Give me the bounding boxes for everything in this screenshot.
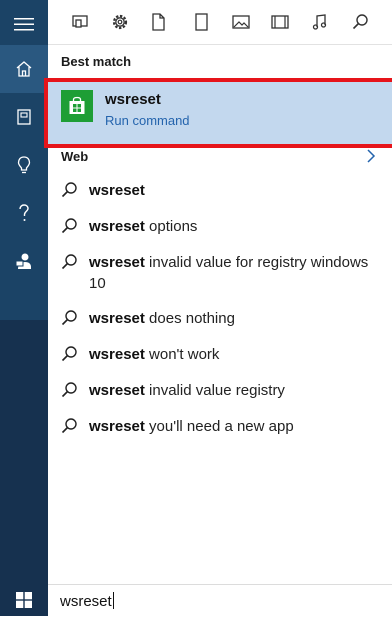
- video-icon: [271, 15, 289, 29]
- best-match-heading: Best match: [61, 54, 132, 69]
- gear-icon: [112, 14, 128, 30]
- hamburger-icon: [14, 18, 34, 31]
- suggestion-completion: won't work: [144, 346, 220, 363]
- lightbulb-icon: [17, 156, 31, 174]
- search-icon: [352, 14, 368, 30]
- suggestion-completion: does nothing: [144, 310, 235, 327]
- rail-feedback-button[interactable]: [0, 237, 48, 285]
- search-icon: [61, 346, 77, 362]
- web-suggestion-text: wsreset options: [89, 216, 379, 237]
- search-icon: [61, 418, 77, 434]
- suggestion-query-term: wsreset: [89, 218, 145, 235]
- filter-settings-button[interactable]: [108, 10, 132, 34]
- filter-videos-button[interactable]: [268, 10, 292, 34]
- music-icon: [312, 14, 327, 30]
- suggestion-query-term: wsreset: [89, 418, 145, 435]
- text-caret: [112, 592, 114, 609]
- rail-notebook-button[interactable]: [0, 93, 48, 141]
- search-input[interactable]: wsreset: [48, 584, 392, 617]
- search-input-value: wsreset: [60, 593, 112, 610]
- hamburger-menu-button[interactable]: [0, 0, 48, 48]
- cortana-rail: [0, 0, 48, 616]
- filter-folders-button[interactable]: [189, 10, 213, 34]
- store-app-tile: [61, 90, 93, 122]
- suggestion-query-term: wsreset: [89, 346, 145, 363]
- question-icon: [19, 204, 29, 221]
- web-suggestion-text: wsreset does nothing: [89, 308, 379, 329]
- filter-music-button[interactable]: [308, 10, 332, 34]
- suggestion-completion: invalid value registry: [144, 382, 285, 399]
- suggestion-query-term: wsreset: [89, 254, 145, 271]
- search-icon: [61, 254, 77, 270]
- windows-logo-icon: [16, 592, 32, 608]
- search-icon: [61, 182, 77, 198]
- web-suggestion-text: wsreset you'll need a new app: [89, 416, 379, 437]
- web-suggestion-text: wsreset invalid value registry: [89, 380, 379, 401]
- web-suggestion-text: wsreset invalid value for registry windo…: [89, 252, 379, 294]
- photo-icon: [232, 15, 250, 29]
- home-icon: [16, 61, 32, 77]
- start-button[interactable]: [0, 584, 48, 616]
- search-icon: [61, 382, 77, 398]
- suggestion-completion: you'll need a new app: [144, 418, 294, 435]
- best-match-result[interactable]: [44, 78, 392, 148]
- best-match-name: wsreset: [105, 91, 161, 108]
- rail-lower-region: [0, 320, 48, 616]
- store-icon: [69, 96, 85, 114]
- search-icon: [61, 218, 77, 234]
- rail-home-button[interactable]: [0, 45, 48, 93]
- document-icon: [152, 13, 165, 31]
- web-suggestion-text: wsreset won't work: [89, 344, 379, 365]
- filter-apps-button[interactable]: [68, 10, 92, 34]
- search-filter-bar: [48, 0, 392, 45]
- filter-web-button[interactable]: [348, 10, 372, 34]
- web-heading: Web: [61, 149, 89, 164]
- suggestion-completion: options: [144, 218, 198, 235]
- suggestion-query-term: wsreset: [89, 310, 145, 327]
- search-icon: [61, 310, 77, 326]
- best-match-kind: Run command: [105, 113, 190, 128]
- suggestion-query-term: wsreset: [89, 382, 145, 399]
- tablet-icon: [195, 13, 208, 31]
- rail-help-button[interactable]: [0, 189, 48, 237]
- notebook-icon: [17, 109, 31, 125]
- rail-tips-button[interactable]: [0, 141, 48, 189]
- apps-icon: [72, 15, 88, 28]
- filter-photos-button[interactable]: [229, 10, 253, 34]
- filter-documents-button[interactable]: [146, 10, 170, 34]
- web-suggestion-text: wsreset: [89, 180, 379, 201]
- chevron-right-icon[interactable]: [364, 148, 378, 164]
- feedback-icon: [15, 253, 31, 269]
- suggestion-query-term: wsreset: [89, 182, 145, 199]
